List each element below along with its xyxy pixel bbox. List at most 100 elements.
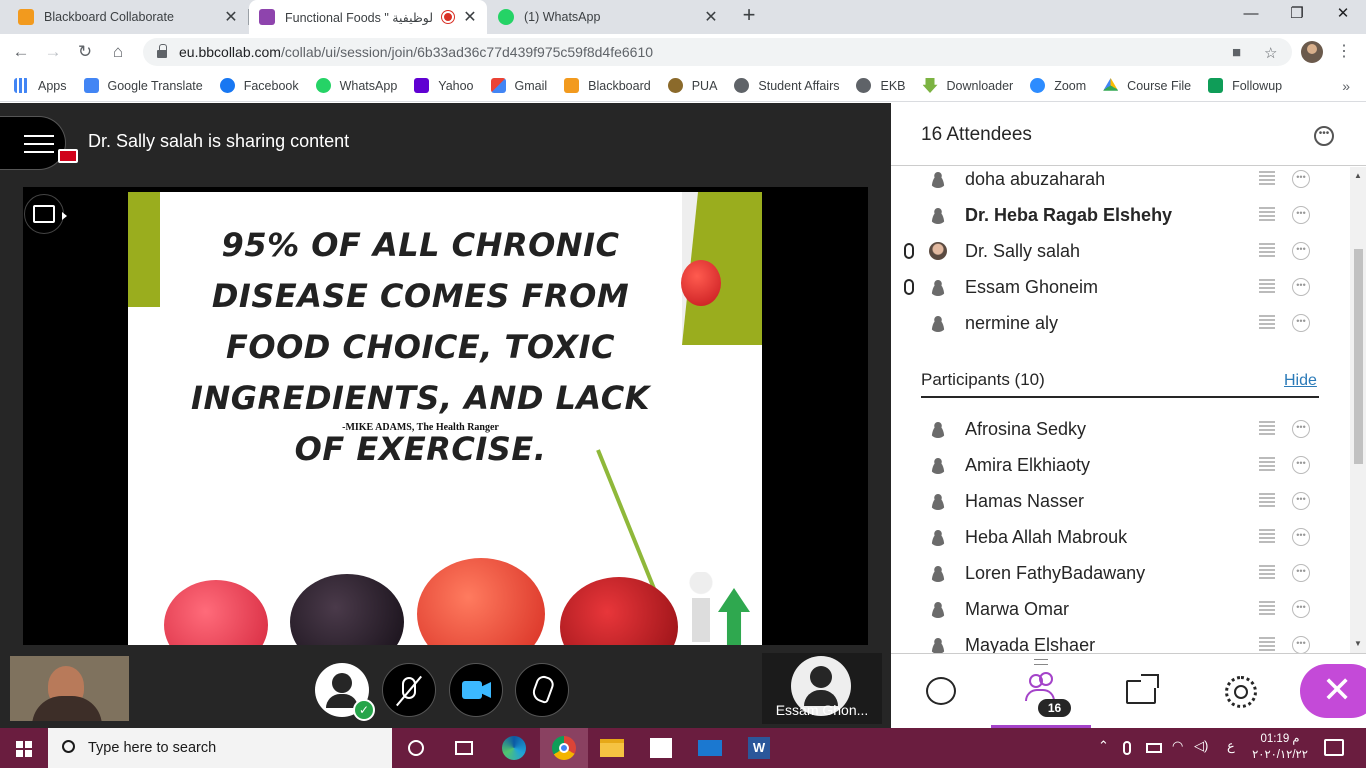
attendee-more-icon[interactable]: ••• — [1292, 242, 1310, 260]
attendee-more-icon[interactable]: ••• — [1292, 564, 1310, 582]
more-options-icon[interactable]: ••• — [1314, 126, 1334, 146]
session-menu-button[interactable] — [0, 116, 78, 170]
cortana-button[interactable] — [392, 728, 440, 768]
list-options-icon[interactable] — [1259, 207, 1275, 223]
tab-share-content[interactable] — [1091, 654, 1191, 729]
tab-functional-foods[interactable]: Functional Foods " الوظيفية ✕ — [249, 0, 487, 34]
attendee-row[interactable]: Dr. Sally salah ••• — [904, 233, 1319, 269]
minimize-button[interactable]: — — [1228, 0, 1274, 30]
attendee-more-icon[interactable]: ••• — [1292, 456, 1310, 474]
hide-participants-link[interactable]: Hide — [1284, 372, 1317, 390]
wifi-icon[interactable]: ◠ — [1172, 738, 1183, 754]
list-options-icon[interactable] — [1259, 279, 1275, 295]
new-tab-button[interactable]: + — [738, 4, 760, 27]
raise-hand-button[interactable] — [515, 663, 569, 717]
taskbar-search-input[interactable]: Type here to search — [48, 728, 392, 768]
bookmark-google-translate[interactable]: Google Translate — [83, 78, 203, 93]
list-options-icon[interactable] — [1259, 421, 1275, 437]
attendee-more-icon[interactable]: ••• — [1292, 206, 1310, 224]
list-options-icon[interactable] — [1259, 243, 1275, 259]
bookmark-star-icon[interactable]: ☆ — [1264, 44, 1277, 62]
camera-button[interactable] — [449, 663, 503, 717]
bookmark-followup[interactable]: Followup — [1208, 78, 1282, 93]
drag-handle-icon[interactable] — [1034, 659, 1048, 665]
bookmark-blackboard[interactable]: Blackboard — [564, 78, 651, 93]
scroll-thumb[interactable] — [1354, 249, 1363, 464]
tab-attendees[interactable]: 16 — [991, 654, 1091, 729]
list-options-icon[interactable] — [1259, 529, 1275, 545]
forward-icon[interactable]: → — [41, 41, 65, 63]
reload-icon[interactable]: ↻ — [73, 41, 97, 63]
notification-center-icon[interactable] — [1324, 739, 1344, 756]
chrome-menu-icon[interactable]: ⋮ — [1336, 42, 1352, 62]
taskbar-clock[interactable]: 01:19 م ٢٠٢٠/١٢/٢٢ — [1250, 731, 1310, 763]
microphone-tray-icon[interactable] — [1123, 741, 1131, 755]
bookmark-whatsapp[interactable]: WhatsApp — [315, 78, 397, 93]
attendee-row[interactable]: Hamas Nasser ••• — [921, 483, 1319, 519]
address-bar[interactable]: eu.bbcollab.com/collab/ui/session/join/6… — [143, 38, 1292, 66]
bookmark-student-affairs[interactable]: Student Affairs — [734, 78, 839, 93]
attendee-row[interactable]: Dr. Heba Ragab Elshehy ••• — [921, 197, 1319, 233]
attendee-more-icon[interactable]: ••• — [1292, 278, 1310, 296]
bookmark-downloader[interactable]: Downloader — [922, 78, 1013, 93]
close-icon[interactable]: ✕ — [462, 7, 478, 27]
list-options-icon[interactable] — [1259, 565, 1275, 581]
input-language-indicator[interactable]: ع — [1227, 738, 1235, 754]
list-options-icon[interactable] — [1259, 457, 1275, 473]
zoom-content-button[interactable] — [24, 194, 67, 234]
active-speaker-tile[interactable]: Essam Ghon... — [762, 653, 882, 724]
attendee-row[interactable]: Afrosina Sedky ••• — [921, 411, 1319, 447]
taskbar-word[interactable]: W — [735, 728, 783, 768]
attendee-list-scrollbar[interactable]: ▲ ▼ — [1350, 167, 1366, 653]
attendee-more-icon[interactable]: ••• — [1292, 636, 1310, 653]
task-view-button[interactable] — [440, 728, 488, 768]
bookmark-pua[interactable]: PUA — [667, 78, 717, 93]
bookmark-ekb[interactable]: EKB — [856, 78, 906, 93]
profile-avatar[interactable] — [1301, 41, 1323, 63]
close-icon[interactable]: ✕ — [703, 7, 719, 27]
close-panel-button[interactable]: ✕ — [1300, 664, 1366, 718]
bookmark-gmail[interactable]: Gmail — [490, 78, 547, 93]
back-icon[interactable]: ← — [9, 41, 33, 63]
attendee-row[interactable]: doha abuzaharah ••• — [921, 167, 1319, 197]
bookmarks-overflow-icon[interactable]: » — [1342, 78, 1350, 94]
tray-overflow-icon[interactable]: ⌃ — [1098, 738, 1109, 754]
taskbar-store[interactable] — [637, 728, 685, 768]
attendee-more-icon[interactable]: ••• — [1292, 314, 1310, 332]
tab-chat[interactable] — [891, 654, 991, 729]
home-icon[interactable]: ⌂ — [106, 41, 130, 63]
bookmark-apps[interactable]: Apps — [14, 78, 67, 93]
taskbar-mail[interactable] — [686, 728, 734, 768]
attendee-row[interactable]: Essam Ghoneim ••• — [904, 269, 1319, 305]
list-options-icon[interactable] — [1259, 601, 1275, 617]
volume-icon[interactable]: ◁) — [1194, 738, 1208, 754]
attendee-row[interactable]: Mayada Elshaer ••• — [921, 627, 1319, 653]
taskbar-chrome[interactable] — [540, 728, 588, 768]
bookmark-course-file[interactable]: Course File — [1103, 78, 1191, 93]
bookmark-facebook[interactable]: Facebook — [219, 78, 299, 93]
my-video-preview[interactable] — [10, 656, 129, 721]
tab-settings[interactable] — [1191, 654, 1291, 729]
tab-blackboard[interactable]: Blackboard Collaborate ✕ — [8, 0, 248, 34]
bookmark-zoom[interactable]: Zoom — [1030, 78, 1086, 93]
list-options-icon[interactable] — [1259, 637, 1275, 653]
list-options-icon[interactable] — [1259, 315, 1275, 331]
my-status-button[interactable]: ✓ — [315, 663, 375, 721]
attendee-row[interactable]: nermine aly ••• — [921, 305, 1319, 341]
list-options-icon[interactable] — [1259, 493, 1275, 509]
tab-whatsapp[interactable]: (1) WhatsApp ✕ — [488, 0, 728, 34]
attendee-more-icon[interactable]: ••• — [1292, 528, 1310, 546]
start-button[interactable] — [0, 728, 48, 768]
camera-permission-icon[interactable]: ■ — [1232, 44, 1241, 61]
attendee-more-icon[interactable]: ••• — [1292, 600, 1310, 618]
list-options-icon[interactable] — [1259, 171, 1275, 187]
battery-icon[interactable] — [1146, 743, 1162, 753]
restore-button[interactable]: ❐ — [1274, 0, 1320, 30]
attendee-more-icon[interactable]: ••• — [1292, 492, 1310, 510]
close-icon[interactable]: ✕ — [223, 7, 239, 27]
attendee-more-icon[interactable]: ••• — [1292, 420, 1310, 438]
microphone-button[interactable] — [382, 663, 436, 717]
taskbar-edge[interactable] — [490, 728, 538, 768]
window-close-button[interactable]: ✕ — [1320, 0, 1366, 30]
attendee-row[interactable]: Heba Allah Mabrouk ••• — [921, 519, 1319, 555]
